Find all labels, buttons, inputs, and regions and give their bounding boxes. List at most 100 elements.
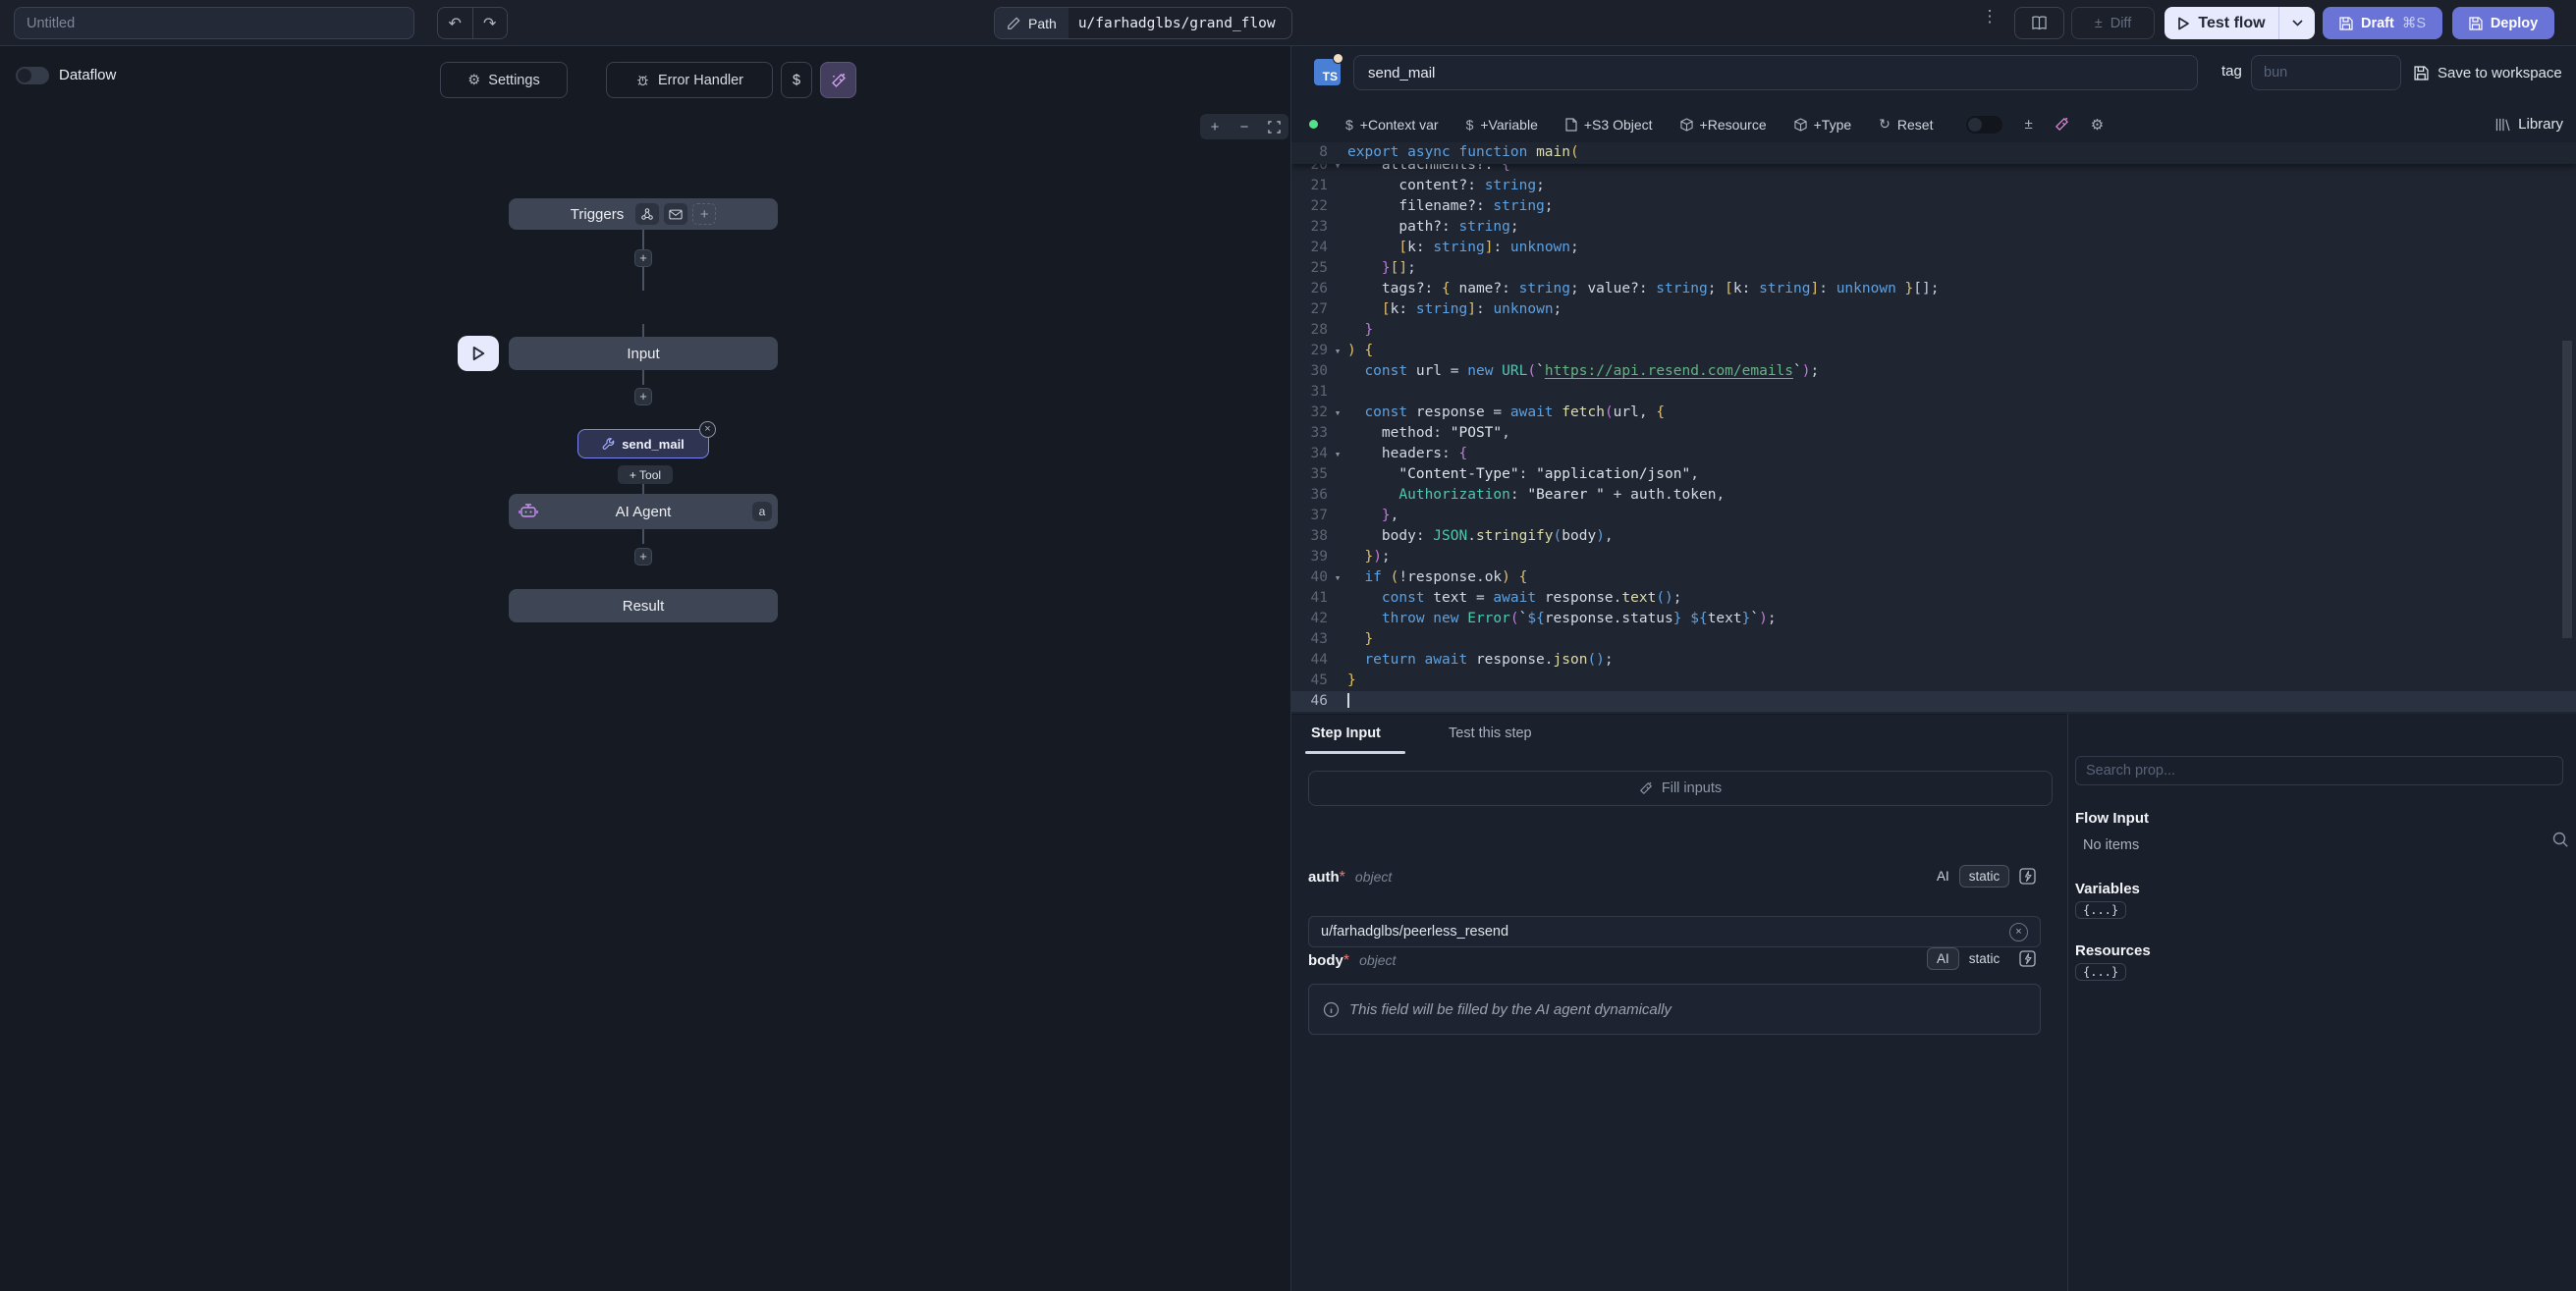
remove-tool-button[interactable]: × bbox=[699, 421, 716, 438]
error-handler-button[interactable]: Error Handler bbox=[606, 62, 773, 98]
code-line[interactable]: 25}[]; bbox=[1291, 258, 2576, 279]
fill-inputs-label: Fill inputs bbox=[1662, 780, 1722, 796]
library-button[interactable]: Library bbox=[2495, 116, 2563, 133]
code-line[interactable]: 46 bbox=[1291, 691, 2576, 712]
add-context-var-button[interactable]: $+Context var bbox=[1345, 117, 1439, 133]
diff-button[interactable]: ± Diff bbox=[2071, 7, 2155, 39]
reset-button[interactable]: ↻Reset bbox=[1879, 116, 1933, 133]
error-handler-label: Error Handler bbox=[658, 73, 743, 88]
diff-small-icon[interactable]: ± bbox=[2024, 116, 2032, 133]
webhook-icon[interactable] bbox=[635, 203, 659, 225]
dataflow-toggle[interactable] bbox=[16, 67, 49, 84]
tab-step-input[interactable]: Step Input bbox=[1311, 715, 1381, 752]
code-line[interactable]: 42throw new Error(`${response.status} ${… bbox=[1291, 609, 2576, 629]
add-resource-button[interactable]: +Resource bbox=[1680, 117, 1767, 133]
code-line[interactable]: 39}); bbox=[1291, 547, 2576, 567]
code-line[interactable]: 45} bbox=[1291, 671, 2576, 691]
code-line[interactable]: 30const url = new URL(`https://api.resen… bbox=[1291, 361, 2576, 382]
code-line[interactable]: 38body: JSON.stringify(body), bbox=[1291, 526, 2576, 547]
auth-mode-static[interactable]: static bbox=[1959, 865, 2010, 888]
tab-test-this-step[interactable]: Test this step bbox=[1449, 715, 1532, 752]
code-line[interactable]: 26tags?: { name?: string; value?: string… bbox=[1291, 279, 2576, 299]
ai-wand-small-icon[interactable] bbox=[2055, 117, 2069, 132]
auth-value-input[interactable] bbox=[1308, 916, 2041, 947]
draft-button[interactable]: Draft ⌘S bbox=[2323, 7, 2442, 39]
code-line[interactable]: 29▾) { bbox=[1291, 341, 2576, 361]
deploy-button[interactable]: Deploy bbox=[2452, 7, 2554, 39]
add-type-button[interactable]: +Type bbox=[1794, 117, 1852, 133]
body-mode-switch: AI static bbox=[1927, 944, 2037, 972]
code-line[interactable]: 24[k: string]: unknown; bbox=[1291, 238, 2576, 258]
email-trigger-icon[interactable] bbox=[664, 203, 687, 225]
code-line[interactable]: 36Authorization: "Bearer " + auth.token, bbox=[1291, 485, 2576, 506]
ai-wand-button[interactable] bbox=[820, 62, 856, 98]
code-scrollbar[interactable] bbox=[2562, 341, 2572, 638]
zoom-in-button[interactable]: + bbox=[1200, 114, 1230, 139]
expression-icon[interactable] bbox=[2017, 948, 2037, 968]
code-line[interactable]: 32▾const response = await fetch(url, { bbox=[1291, 403, 2576, 423]
editor-settings-gear-icon[interactable]: ⚙ bbox=[2091, 116, 2104, 134]
add-tool-button[interactable]: + Tool bbox=[618, 465, 673, 484]
more-menu-button[interactable]: ⋮ bbox=[1978, 10, 2001, 35]
code-line[interactable]: 27[k: string]: unknown; bbox=[1291, 299, 2576, 320]
insert-step-top-button[interactable]: + bbox=[634, 249, 652, 267]
test-flow-label: Test flow bbox=[2198, 15, 2265, 32]
body-mode-static[interactable]: static bbox=[1959, 947, 2010, 970]
settings-button[interactable]: ⚙ Settings bbox=[440, 62, 568, 98]
docs-button[interactable] bbox=[2014, 7, 2064, 39]
clear-auth-button[interactable]: × bbox=[2009, 923, 2028, 941]
add-trigger-button[interactable]: + bbox=[692, 203, 716, 225]
send-mail-tool-node[interactable]: send_mail bbox=[577, 429, 709, 458]
code-line[interactable]: 33method: "POST", bbox=[1291, 423, 2576, 444]
add-s3-object-button[interactable]: +S3 Object bbox=[1565, 117, 1653, 133]
code-line[interactable]: 23path?: string; bbox=[1291, 217, 2576, 238]
result-node[interactable]: Result bbox=[509, 589, 778, 622]
test-flow-button[interactable]: Test flow bbox=[2165, 7, 2278, 39]
insert-step-bottom-button[interactable]: + bbox=[634, 548, 652, 565]
file-icon bbox=[1565, 118, 1577, 132]
prop-search-input[interactable] bbox=[2075, 756, 2563, 785]
dollar-button[interactable]: $ bbox=[781, 62, 812, 98]
code-line[interactable]: 37}, bbox=[1291, 506, 2576, 526]
ai-agent-node[interactable]: AI Agent bbox=[509, 494, 778, 529]
path-box[interactable]: Path u/farhadglbs/grand_flow bbox=[994, 7, 1292, 39]
robot-icon bbox=[519, 502, 538, 520]
code-line[interactable]: 21content?: string; bbox=[1291, 176, 2576, 196]
editor-toggle[interactable] bbox=[1966, 116, 2002, 134]
triggers-node[interactable]: Triggers + bbox=[509, 198, 778, 230]
body-mode-ai[interactable]: AI bbox=[1927, 947, 1959, 970]
tag-input[interactable] bbox=[2251, 55, 2401, 90]
code-line[interactable]: 22filename?: string; bbox=[1291, 196, 2576, 217]
test-flow-dropdown-button[interactable] bbox=[2278, 7, 2315, 39]
code-editor[interactable]: 8 export async function main( 20▾attachm… bbox=[1291, 142, 2576, 714]
save-to-workspace-button[interactable]: Save to workspace bbox=[2414, 59, 2562, 86]
add-variable-button[interactable]: $+Variable bbox=[1466, 117, 1538, 133]
code-line[interactable]: 35"Content-Type": "application/json", bbox=[1291, 464, 2576, 485]
code-line[interactable]: 43} bbox=[1291, 629, 2576, 650]
zoom-out-button[interactable]: − bbox=[1230, 114, 1259, 139]
code-line[interactable]: 44return await response.json(); bbox=[1291, 650, 2576, 671]
code-line[interactable]: 41const text = await response.text(); bbox=[1291, 588, 2576, 609]
variables-chip[interactable]: {...} bbox=[2075, 901, 2126, 919]
wand-icon bbox=[1639, 781, 1653, 795]
code-line[interactable]: 28} bbox=[1291, 320, 2576, 341]
redo-button[interactable]: ↷ bbox=[473, 8, 508, 38]
input-node[interactable]: Input bbox=[509, 337, 778, 370]
expression-icon[interactable] bbox=[2017, 866, 2037, 886]
field-type: object bbox=[1355, 869, 1392, 885]
insert-step-mid-button[interactable]: + bbox=[634, 388, 652, 405]
resources-chip[interactable]: {...} bbox=[2075, 963, 2126, 981]
step-name-input[interactable] bbox=[1353, 55, 2198, 90]
code-line[interactable]: 34▾headers: { bbox=[1291, 444, 2576, 464]
flow-summary-input[interactable] bbox=[14, 7, 414, 39]
zoom-fit-button[interactable] bbox=[1259, 114, 1288, 139]
auth-mode-ai[interactable]: AI bbox=[1927, 865, 1959, 888]
code-line[interactable]: 40▾if (!response.ok) { bbox=[1291, 567, 2576, 588]
code-line[interactable]: 31 bbox=[1291, 382, 2576, 403]
package-icon bbox=[1680, 118, 1693, 132]
fill-inputs-button[interactable]: Fill inputs bbox=[1308, 771, 2053, 806]
reset-label: Reset bbox=[1897, 117, 1934, 133]
search-icon[interactable] bbox=[2551, 831, 2570, 849]
undo-button[interactable]: ↶ bbox=[438, 8, 473, 38]
run-input-button[interactable] bbox=[458, 336, 499, 371]
